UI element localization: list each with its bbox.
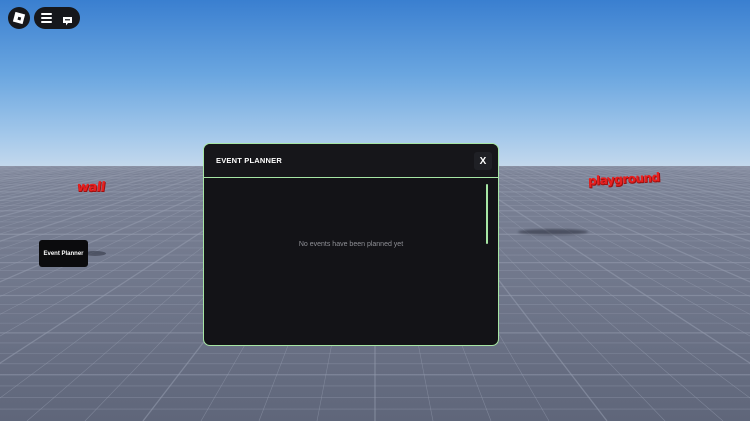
events-list[interactable]: No events have been planned yet [204, 179, 498, 345]
close-button[interactable]: X [474, 152, 492, 170]
dialog-title: EVENT PLANNER [216, 156, 282, 165]
empty-state-message: No events have been planned yet [298, 241, 404, 248]
world-sign-wall: wall [75, 180, 106, 195]
sky [0, 0, 750, 166]
event-planner-dialog: EVENT PLANNER X No events have been plan… [203, 143, 499, 346]
roblox-menu-button[interactable] [8, 7, 30, 29]
chat-bubble-icon[interactable] [62, 13, 73, 26]
event-planner-button[interactable]: Event Planner [39, 240, 88, 267]
roblox-logo-icon [12, 11, 26, 25]
topbar-pill [34, 7, 80, 29]
sign-shadow [518, 229, 588, 235]
dialog-header: EVENT PLANNER X [204, 144, 498, 178]
hamburger-menu-icon[interactable] [41, 13, 52, 23]
scrollbar[interactable] [486, 184, 488, 244]
